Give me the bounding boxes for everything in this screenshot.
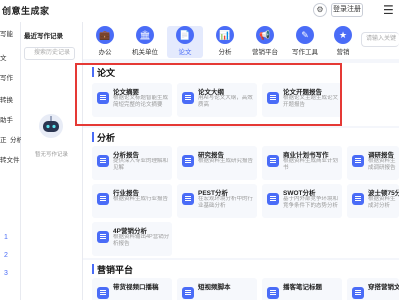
cat-label: 营销平台 xyxy=(252,49,278,56)
card-notes-title[interactable]: 播客笔记标题 xyxy=(262,278,342,300)
card-live-video-script[interactable]: 带货视频口播稿 xyxy=(92,278,172,300)
login-button[interactable]: 登录注册 xyxy=(331,3,363,17)
document-icon xyxy=(182,155,194,167)
document-icon xyxy=(352,287,364,299)
card-outfit-copy[interactable]: 穿搭营销文案 xyxy=(347,278,399,300)
megaphone-icon: 📢 xyxy=(256,26,274,44)
card-desc: 根据资料生成研究报告 xyxy=(198,158,254,164)
search-input[interactable]: 请输入关键 xyxy=(361,32,399,47)
cat-label: 写作工具 xyxy=(292,49,318,56)
card-desc: 根据资料生成行业报告 xyxy=(113,196,169,202)
section-accent-bar xyxy=(92,132,94,142)
section-analysis: 分析 分析报告 提供深入专业的理解和见解 研究报告 根据资料生成研究报告 商业计… xyxy=(83,128,399,258)
section-accent-bar xyxy=(92,264,94,274)
menu-icon[interactable]: ☰ xyxy=(383,3,394,17)
card-desc: 根据资料生成对分析 xyxy=(368,196,396,209)
section-title: 营销平台 xyxy=(97,265,134,275)
document-icon xyxy=(182,193,194,205)
left-nav-item[interactable]: 转换 xyxy=(0,94,20,104)
section-marketing: 营销平台 带货视频口播稿 短视频脚本 播客笔记标题 穿搭营销文案 xyxy=(83,260,399,300)
left-nav-item[interactable]: 文 xyxy=(0,52,20,62)
card-short-video-script[interactable]: 短视频脚本 xyxy=(177,278,257,300)
pen-icon: ✎ xyxy=(296,26,314,44)
cat-label: 办公 xyxy=(98,49,112,56)
document-icon xyxy=(267,193,279,205)
card-desc: 根据资料输出4P营销分析报告 xyxy=(113,234,170,247)
history-empty-text: 暂无写作记录 xyxy=(34,152,68,158)
cat-label: 分析 xyxy=(218,49,232,56)
card-desc: 根据资料生成商业计划书 xyxy=(283,158,339,171)
building-icon: 🏛 xyxy=(136,26,154,44)
section-title: 分析 xyxy=(97,133,116,143)
left-nav-footer-item[interactable]: 2 xyxy=(4,252,8,259)
card-title: 带货视频口播稿 xyxy=(113,284,159,291)
cat-label: 论文 xyxy=(178,49,192,56)
card-survey-report[interactable]: 调研报告 根据资料生成调研报告 xyxy=(347,146,399,180)
card-title: 短视频脚本 xyxy=(198,284,231,291)
document-icon xyxy=(267,155,279,167)
card-4p-analysis[interactable]: 4P营销分析 根据资料输出4P营销分析报告 xyxy=(92,222,172,256)
left-nav: 写能 文 写作 转换 助手 正 分析 转文件 1 2 3 xyxy=(0,22,23,300)
video-icon xyxy=(97,287,109,299)
top-bar: 创意生成家 ⚙ 登录注册 ☰ xyxy=(0,0,399,23)
cat-institution[interactable]: 🏛 机关单位 xyxy=(127,26,163,58)
cat-label: 机关单位 xyxy=(132,49,158,56)
briefcase-icon: 💼 xyxy=(96,26,114,44)
card-desc: 提供深入专业的理解和见解 xyxy=(113,158,169,171)
document-icon xyxy=(97,155,109,167)
history-search-input[interactable]: 搜索历史记录 xyxy=(24,47,75,60)
cat-analysis[interactable]: 📊 分析 xyxy=(207,26,243,58)
left-nav-item[interactable]: 写能 xyxy=(0,28,20,38)
left-nav-footer-item[interactable]: 1 xyxy=(4,234,8,241)
highlight-box xyxy=(75,63,342,126)
card-desc: 基于内外部竞争环境和竞争条件下的态势分析 xyxy=(283,196,339,209)
document-icon xyxy=(97,231,109,243)
document-icon xyxy=(97,193,109,205)
cat-office[interactable]: 💼 办公 xyxy=(87,26,123,58)
card-pest-analysis[interactable]: PEST分析 在宏观环境分析中的行业基础分析 xyxy=(177,184,257,218)
document-icon xyxy=(267,287,279,299)
cat-thesis[interactable]: 📄 论文 xyxy=(167,26,203,58)
card-research-report[interactable]: 研究报告 根据资料生成研究报告 xyxy=(177,146,257,180)
card-analysis-report[interactable]: 分析报告 提供深入专业的理解和见解 xyxy=(92,146,172,180)
card-business-plan[interactable]: 商业计划书写作 根据资料生成商业计划书 xyxy=(262,146,342,180)
cat-writing-tools[interactable]: ✎ 写作工具 xyxy=(287,26,323,58)
card-boston-analysis[interactable]: 波士顿75分析 根据资料生成对分析 xyxy=(347,184,399,218)
settings-icon[interactable]: ⚙ xyxy=(313,3,327,17)
document-icon xyxy=(352,155,364,167)
history-title: 最近写作记录 xyxy=(24,33,63,40)
card-swot-analysis[interactable]: SWOT分析 基于内外部竞争环境和竞争条件下的态势分析 xyxy=(262,184,342,218)
card-desc: 根据资料生成调研报告 xyxy=(368,158,396,171)
video-icon xyxy=(182,287,194,299)
cat-promo[interactable]: ★ 营销 xyxy=(325,26,361,58)
document-icon: 📄 xyxy=(176,26,194,44)
history-panel: 最近写作记录 搜索历史记录 暂无写作记录 xyxy=(21,22,83,300)
card-desc: 在宏观环境分析中的行业基础分析 xyxy=(198,196,254,209)
chart-icon: 📊 xyxy=(216,26,234,44)
app-title: 创意生成家 xyxy=(2,6,50,16)
robot-icon xyxy=(39,114,63,138)
card-title: 穿搭营销文案 xyxy=(368,284,399,291)
cat-label: 营销 xyxy=(336,49,350,56)
left-nav-footer-item[interactable]: 3 xyxy=(4,270,8,277)
card-title: 播客笔记标题 xyxy=(283,284,322,291)
category-bar: 💼 办公 🏛 机关单位 📄 论文 📊 分析 📢 营销平台 ✎ 写作工具 ★ 营销… xyxy=(83,22,399,59)
document-icon xyxy=(352,193,364,205)
left-nav-item[interactable]: 助手 xyxy=(0,114,20,124)
card-industry-report[interactable]: 行业报告 根据资料生成行业报告 xyxy=(92,184,172,218)
left-nav-item[interactable]: 转文件 xyxy=(0,154,20,164)
star-icon: ★ xyxy=(334,26,352,44)
left-nav-item[interactable]: 写作 xyxy=(0,72,20,82)
cat-marketing[interactable]: 📢 营销平台 xyxy=(247,26,283,58)
